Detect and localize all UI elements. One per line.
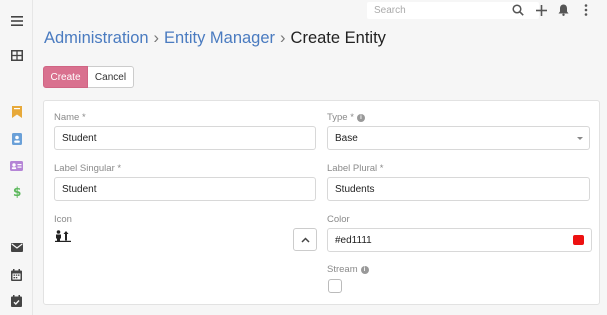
label-singular-label-text: Label Singular * [54,163,122,174]
icon-label: Icon [54,214,72,225]
plus-icon[interactable] [534,3,548,17]
name-input[interactable] [54,126,316,150]
label-plural-label-text: Label Plural * [327,163,384,174]
top-bar [33,0,607,22]
stream-checkbox[interactable] [328,279,342,293]
name-label-text: Name * [54,112,86,123]
more-vertical-icon[interactable] [579,3,593,17]
grid-icon[interactable] [9,48,24,63]
info-icon[interactable]: i [360,265,369,274]
breadcrumb: Administration › Entity Manager › Create Ent… [44,29,386,48]
icon-picker-button[interactable] [293,228,317,251]
person-chalkboard-icon [55,229,71,242]
cancel-button[interactable]: Cancel [88,66,134,88]
color-input[interactable] [327,228,566,252]
dollar-icon[interactable]: $ [9,184,24,199]
breadcrumb-separator: › [280,29,286,47]
stream-label-text: Stream [327,264,358,275]
type-label: Type * i [327,112,365,123]
color-label: Color [327,214,350,225]
contact-card-icon[interactable] [9,131,24,146]
calendar-icon[interactable] [9,267,24,282]
breadcrumb-administration-link[interactable]: Administration [44,29,149,47]
type-label-text: Type * [327,112,354,123]
type-select[interactable]: Base [327,126,590,150]
breadcrumb-separator: › [153,29,160,47]
svg-text:$: $ [13,185,21,198]
entity-form-panel: Name * Type *i Base Label Singular * Lab… [43,100,600,305]
id-card-icon[interactable] [9,158,24,173]
menu-icon[interactable] [9,13,24,28]
type-select-value: Base [335,132,358,144]
icon-label-text: Icon [54,214,72,225]
bell-icon[interactable] [556,3,570,17]
color-label-text: Color [327,214,350,225]
chevron-up-icon [300,236,310,243]
page-title: Create Entity [290,29,386,47]
breadcrumb-entity-manager-link[interactable]: Entity Manager [164,29,275,47]
label-singular-input[interactable] [54,177,316,201]
bookmark-icon[interactable] [9,104,24,119]
calendar-check-icon[interactable] [9,293,24,308]
create-button[interactable]: Create [43,66,88,88]
info-icon[interactable]: i [356,113,365,122]
name-label: Name * [54,112,86,123]
mail-icon[interactable] [9,240,24,255]
stream-label: Stream i [327,264,369,275]
label-plural-label: Label Plural * [327,163,384,174]
search-icon[interactable] [511,3,525,17]
caret-down-icon [577,137,583,140]
left-sidebar: $ [0,0,33,315]
label-singular-label: Label Singular * [54,163,121,174]
label-plural-input[interactable] [327,177,590,201]
color-swatch [572,235,584,245]
color-picker-button[interactable] [565,228,592,252]
